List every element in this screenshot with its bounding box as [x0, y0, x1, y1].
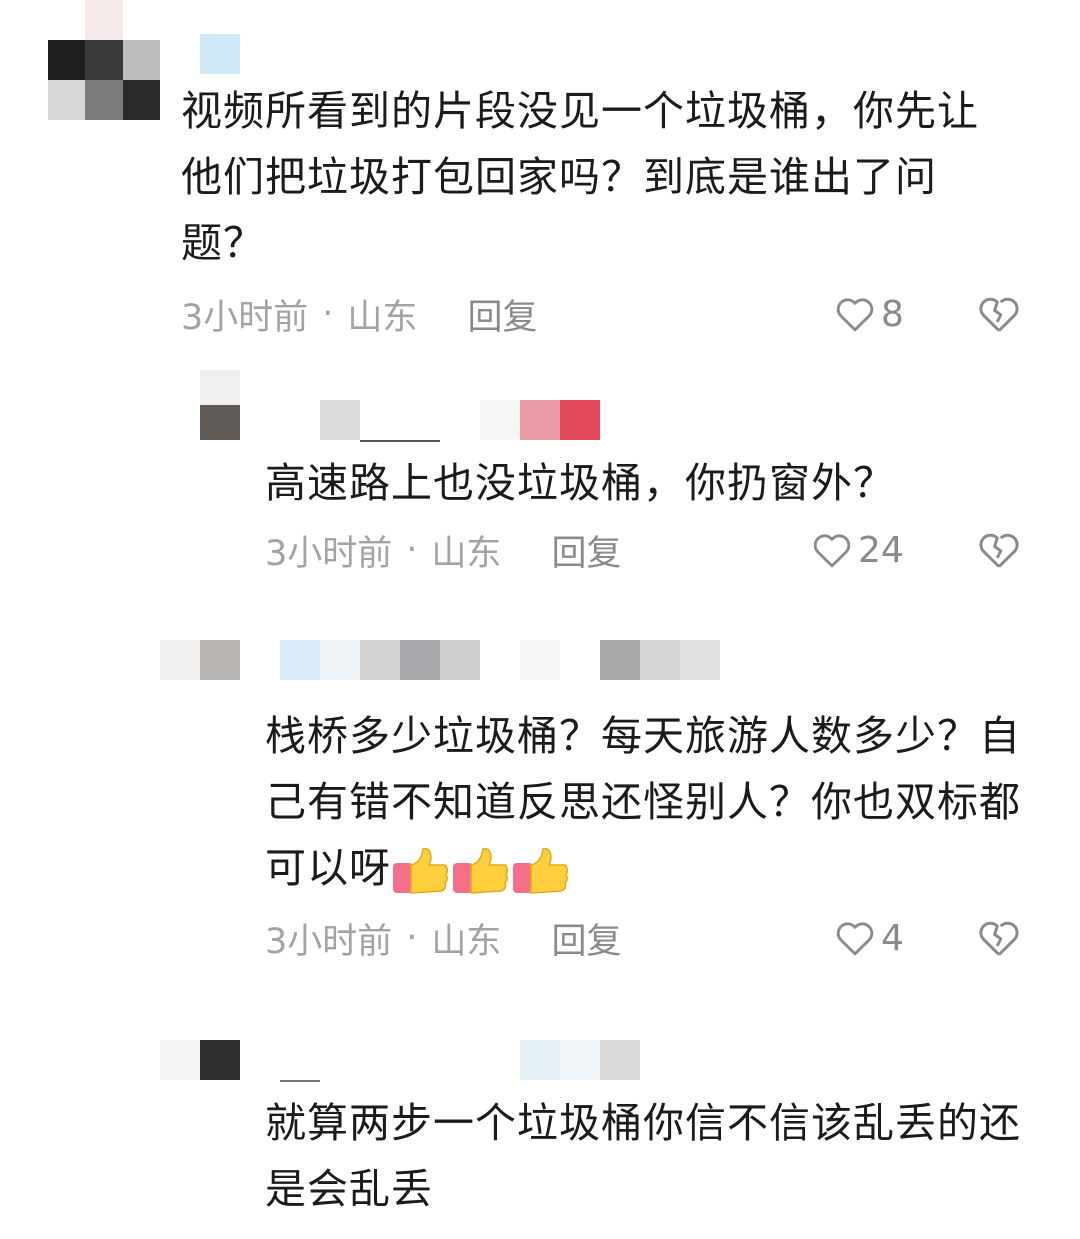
separator: ·: [322, 294, 334, 334]
like-button[interactable]: 24: [812, 528, 904, 572]
username-blurred[interactable]: [280, 640, 720, 680]
location: 山东: [347, 297, 418, 338]
timestamp: 3小时前: [265, 533, 393, 574]
separator: ·: [406, 530, 418, 570]
comment-text: 栈桥多少垃圾桶？每天旅游人数多少？自己有错不知道反思还怪别人？你也双标都可以呀: [265, 703, 1045, 901]
thumbs-up-emoji: [513, 847, 569, 894]
reply-button[interactable]: 回复: [551, 525, 621, 576]
timestamp: 3小时前: [181, 297, 309, 338]
broken-heart-icon[interactable]: [978, 918, 1020, 958]
like-count: 4: [881, 917, 904, 959]
like-count: 24: [858, 529, 904, 571]
avatar[interactable]: [200, 370, 240, 440]
username-blurred[interactable]: [200, 34, 240, 74]
location: 山东: [431, 921, 502, 962]
username-blurred[interactable]: [280, 1040, 640, 1082]
thumbs-up-emoji: [453, 847, 509, 894]
heart-outline-icon: [836, 298, 874, 332]
username-blurred[interactable]: [320, 400, 600, 442]
avatar[interactable]: [160, 1040, 240, 1080]
reply-button[interactable]: 回复: [467, 289, 537, 340]
heart-outline-icon: [813, 534, 851, 568]
comment-text: 视频所看到的片段没见一个垃圾桶，你先让他们把垃圾打包回家吗？到底是谁出了问题？: [181, 87, 979, 267]
like-button[interactable]: 4: [835, 916, 904, 960]
comment-meta: 3小时前 · 山东 回复: [181, 292, 537, 338]
heart-outline-icon: [836, 922, 874, 956]
broken-heart-icon[interactable]: [978, 530, 1020, 570]
avatar[interactable]: [160, 640, 240, 680]
comment-meta: 3小时前 · 山东 回复: [265, 528, 621, 574]
like-button[interactable]: 8: [835, 292, 904, 336]
thumbs-up-emoji: [393, 847, 449, 894]
reply-button[interactable]: 回复: [551, 913, 621, 964]
emoji-group: [391, 845, 571, 897]
comment-text: 就算两步一个垃圾桶你信不信该乱丢的还是会乱丢: [265, 1099, 1021, 1213]
separator: ·: [406, 918, 418, 958]
timestamp: 3小时前: [265, 921, 393, 962]
comment-text-body: 栈桥多少垃圾桶？每天旅游人数多少？自己有错不知道反思还怪别人？你也双标都可以呀: [265, 712, 1021, 892]
location: 山东: [431, 533, 502, 574]
comment-text: 高速路上也没垃圾桶，你扔窗外？: [265, 459, 895, 507]
like-count: 8: [881, 293, 904, 335]
comment-meta: 3小时前 · 山东 回复: [265, 916, 621, 962]
avatar[interactable]: [48, 0, 160, 120]
broken-heart-icon[interactable]: [978, 294, 1020, 334]
